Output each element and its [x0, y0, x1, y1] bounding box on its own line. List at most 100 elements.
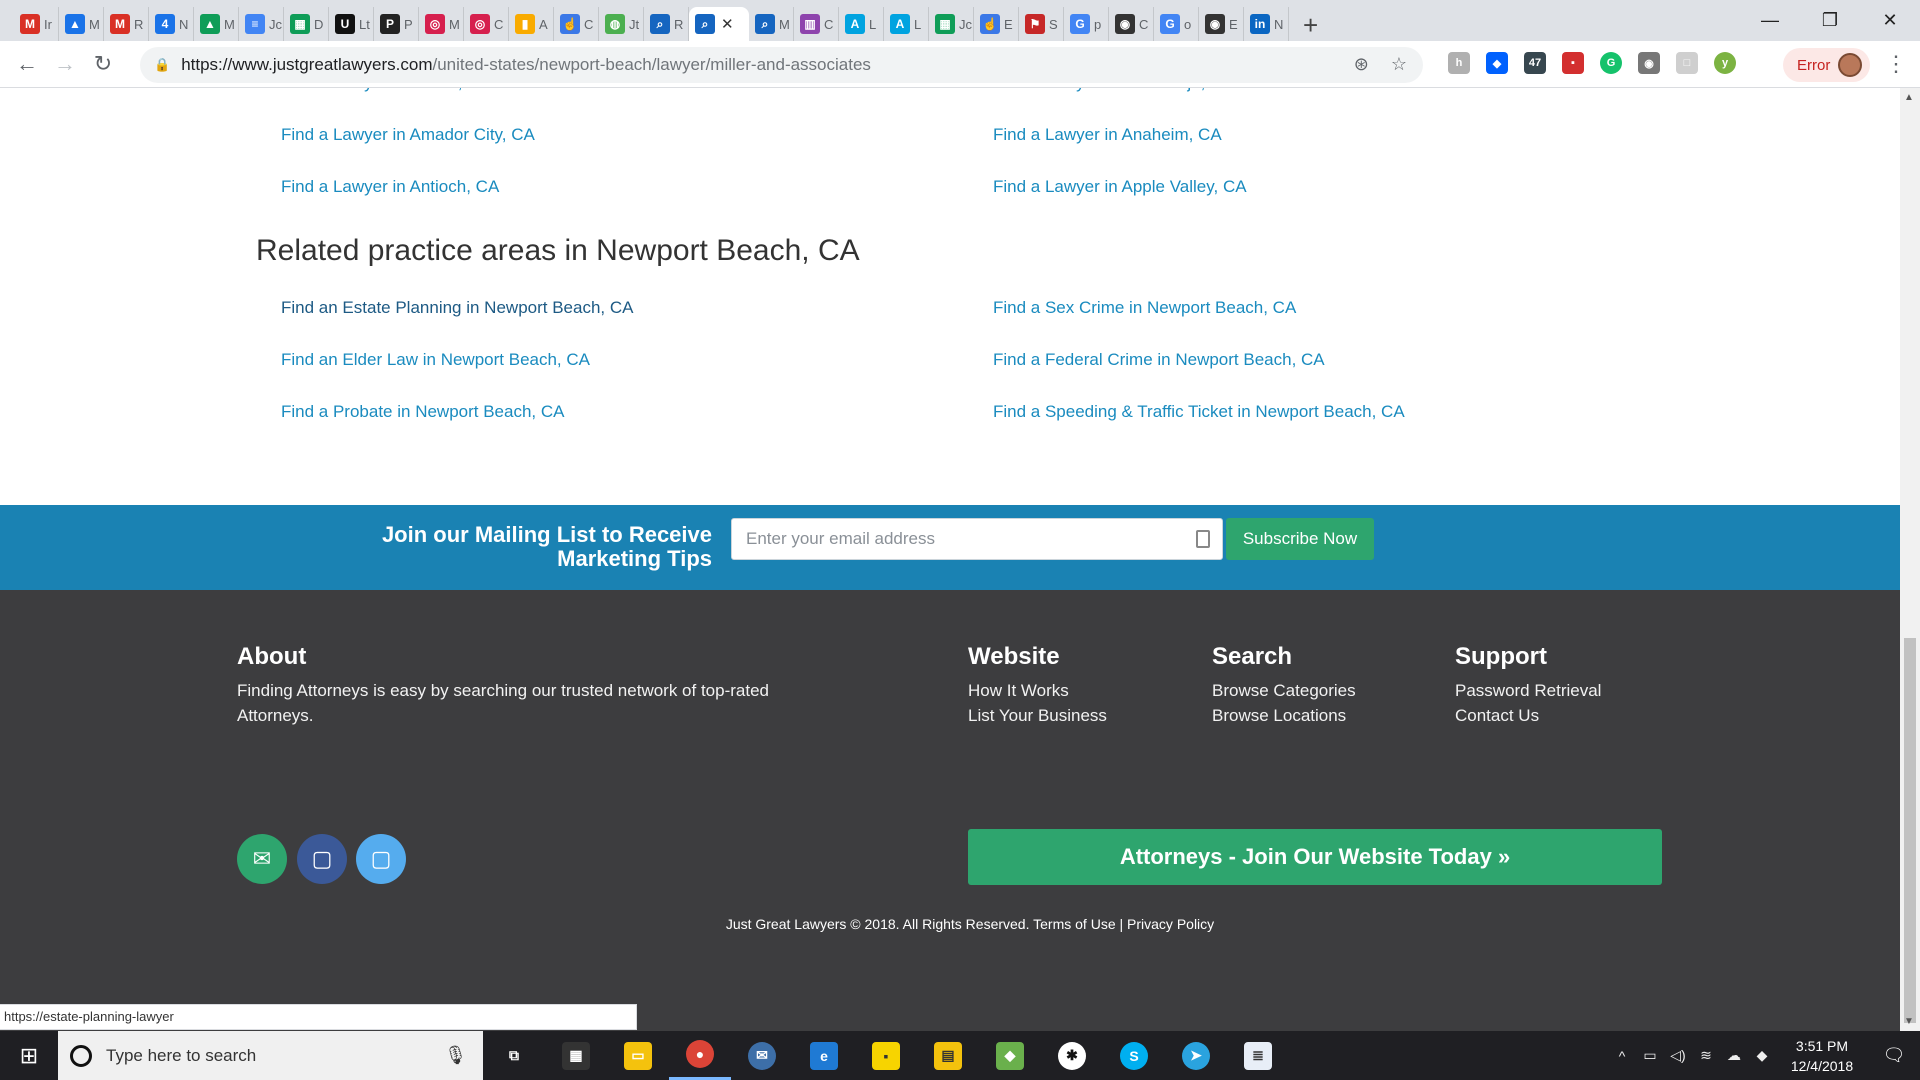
- browser-tab[interactable]: AL: [839, 7, 884, 41]
- browser-tab[interactable]: ☝ C: [554, 7, 599, 41]
- page-scrollbar[interactable]: ▲ ▼: [1900, 88, 1920, 1031]
- settings-app-icon[interactable]: ✱: [1041, 1031, 1103, 1080]
- join-website-button[interactable]: Attorneys - Join Our Website Today »: [968, 829, 1662, 885]
- minimize-button[interactable]: —: [1740, 0, 1800, 41]
- browser-tab[interactable]: ▥ C: [794, 7, 839, 41]
- chrome-icon[interactable]: ●: [669, 1031, 731, 1080]
- directory-link[interactable]: Find a Lawyer in Antioch, CA: [281, 177, 499, 197]
- scroll-down-arrow-icon[interactable]: ▼: [1904, 1016, 1914, 1027]
- browser-tab[interactable]: ☝ E: [974, 7, 1019, 41]
- directory-link[interactable]: Find a Lawyer in Anaheim, CA: [993, 125, 1222, 145]
- close-window-button[interactable]: ✕: [1860, 0, 1920, 41]
- email-social-icon[interactable]: ✉: [237, 834, 287, 884]
- practice-link-hovered[interactable]: Find an Estate Planning in Newport Beach…: [281, 298, 633, 318]
- profile-error-button[interactable]: Error: [1783, 48, 1871, 82]
- browser-tab[interactable]: ◎ M: [419, 7, 464, 41]
- grammarly-icon[interactable]: G: [1600, 52, 1622, 74]
- scroll-up-arrow-icon[interactable]: ▲: [1904, 92, 1914, 103]
- tab-active[interactable]: ⌕ ✕: [689, 7, 749, 41]
- edge-icon[interactable]: e: [793, 1031, 855, 1080]
- forward-button[interactable]: →: [46, 45, 84, 83]
- browser-tab[interactable]: Go: [1154, 7, 1199, 41]
- directory-link[interactable]: Find an Elder Law in Newport Beach, CA: [281, 350, 590, 370]
- file-explorer-icon[interactable]: ▭: [607, 1031, 669, 1080]
- dropbox-tray-icon[interactable]: ◆: [1748, 1047, 1776, 1064]
- extension-icon[interactable]: ▪: [1562, 52, 1584, 74]
- sketchup-icon[interactable]: ◆: [979, 1031, 1041, 1080]
- browser-tab[interactable]: Gp: [1064, 7, 1109, 41]
- browser-tab[interactable]: ⌕ M: [749, 7, 794, 41]
- email-field[interactable]: Enter your email address: [731, 518, 1223, 560]
- sticky-notes-icon[interactable]: ▪: [855, 1031, 917, 1080]
- wifi-icon[interactable]: ≋: [1692, 1047, 1720, 1064]
- directory-link[interactable]: Find a Sex Crime in Newport Beach, CA: [993, 298, 1296, 318]
- directory-link[interactable]: Find a Probate in Newport Beach, CA: [281, 402, 564, 422]
- browser-tab[interactable]: MR: [104, 7, 149, 41]
- microphone-icon[interactable]: 🎙: [444, 1045, 467, 1066]
- browser-tab[interactable]: ▦ Jc: [929, 7, 974, 41]
- chrome-menu-icon[interactable]: ⋮: [1885, 51, 1907, 77]
- maximize-button[interactable]: ❐: [1800, 0, 1860, 41]
- tray-expand-icon[interactable]: ^: [1608, 1048, 1636, 1064]
- twitter-icon[interactable]: ▢: [356, 834, 406, 884]
- browser-tab[interactable]: 4N: [149, 7, 194, 41]
- browser-tab[interactable]: ◉ E: [1199, 7, 1244, 41]
- calculator-icon[interactable]: ▦: [545, 1031, 607, 1080]
- browser-tab[interactable]: ▮ A: [509, 7, 554, 41]
- subscribe-button[interactable]: Subscribe Now: [1226, 518, 1374, 560]
- system-clock[interactable]: 3:51 PM 12/4/2018: [1776, 1036, 1868, 1076]
- browse-categories-link[interactable]: Browse Categories: [1212, 678, 1356, 703]
- skype-icon[interactable]: S: [1103, 1031, 1165, 1080]
- browser-tab[interactable]: ▲ M: [194, 7, 239, 41]
- volume-icon[interactable]: ◁): [1664, 1047, 1692, 1064]
- directory-link[interactable]: Find a Speeding & Traffic Ticket in Newp…: [993, 402, 1405, 422]
- directory-link[interactable]: Find a Lawyer in Amador City, CA: [281, 125, 535, 145]
- back-button[interactable]: ←: [8, 45, 46, 83]
- task-view-icon[interactable]: ⧉: [483, 1031, 545, 1080]
- windows-start-icon[interactable]: ⊞: [0, 1031, 58, 1080]
- extension-icon[interactable]: h: [1448, 52, 1470, 74]
- onedrive-icon[interactable]: ☁: [1720, 1047, 1748, 1064]
- extension-icon[interactable]: □: [1676, 52, 1698, 74]
- password-retrieval-link[interactable]: Password Retrieval: [1455, 678, 1601, 703]
- directory-link[interactable]: Find a Lawyer in Aliso Viejo, CA: [993, 88, 1234, 93]
- telegram-icon[interactable]: ➤: [1165, 1031, 1227, 1080]
- document-icon[interactable]: ▤: [917, 1031, 979, 1080]
- browser-tab[interactable]: AL: [884, 7, 929, 41]
- address-bar[interactable]: 🔒 https://www.justgreatlawyers.com/unite…: [140, 47, 1423, 83]
- action-center-icon[interactable]: 🗨: [1868, 1045, 1920, 1066]
- browser-tab[interactable]: ▲ M: [59, 7, 104, 41]
- translate-icon[interactable]: ⊛: [1354, 54, 1369, 75]
- new-tab-button[interactable]: +: [1303, 10, 1318, 41]
- thunderbird-icon[interactable]: ✉: [731, 1031, 793, 1080]
- reload-button[interactable]: ↻: [84, 45, 122, 83]
- dropbox-icon[interactable]: ◆: [1486, 52, 1508, 74]
- badge-extension-icon[interactable]: 47: [1524, 52, 1546, 74]
- password-manager-icon[interactable]: [1196, 530, 1210, 548]
- browser-tab[interactable]: ◍ Jt: [599, 7, 644, 41]
- list-your-business-link[interactable]: List Your Business: [968, 703, 1107, 728]
- notepad-icon[interactable]: ≣: [1227, 1031, 1289, 1080]
- directory-link[interactable]: Find a Lawyer in Apple Valley, CA: [993, 177, 1247, 197]
- yoast-icon[interactable]: y: [1714, 52, 1736, 74]
- browser-tab[interactable]: PP: [374, 7, 419, 41]
- browser-tab[interactable]: ⌕ R: [644, 7, 689, 41]
- extension-icon[interactable]: ◉: [1638, 52, 1660, 74]
- privacy-link[interactable]: Privacy Policy: [1127, 916, 1214, 932]
- browser-tab[interactable]: ▦ D: [284, 7, 329, 41]
- bookmark-star-icon[interactable]: ☆: [1391, 54, 1407, 75]
- facebook-icon[interactable]: ▢: [297, 834, 347, 884]
- browser-tab[interactable]: ◉ C: [1109, 7, 1154, 41]
- battery-icon[interactable]: ▭: [1636, 1047, 1664, 1064]
- browser-tab[interactable]: in N: [1244, 7, 1289, 41]
- browser-tab[interactable]: ◎ C: [464, 7, 509, 41]
- close-tab-icon[interactable]: ✕: [721, 15, 734, 33]
- how-it-works-link[interactable]: How It Works: [968, 678, 1107, 703]
- directory-link[interactable]: Find a Federal Crime in Newport Beach, C…: [993, 350, 1325, 370]
- browse-locations-link[interactable]: Browse Locations: [1212, 703, 1356, 728]
- browser-tab[interactable]: M Ir: [14, 7, 59, 41]
- browser-tab[interactable]: ⚑ S: [1019, 7, 1064, 41]
- scrollbar-thumb[interactable]: [1904, 638, 1916, 1023]
- browser-tab[interactable]: ≡ Jc: [239, 7, 284, 41]
- taskbar-search-box[interactable]: Type here to search 🎙: [58, 1031, 483, 1080]
